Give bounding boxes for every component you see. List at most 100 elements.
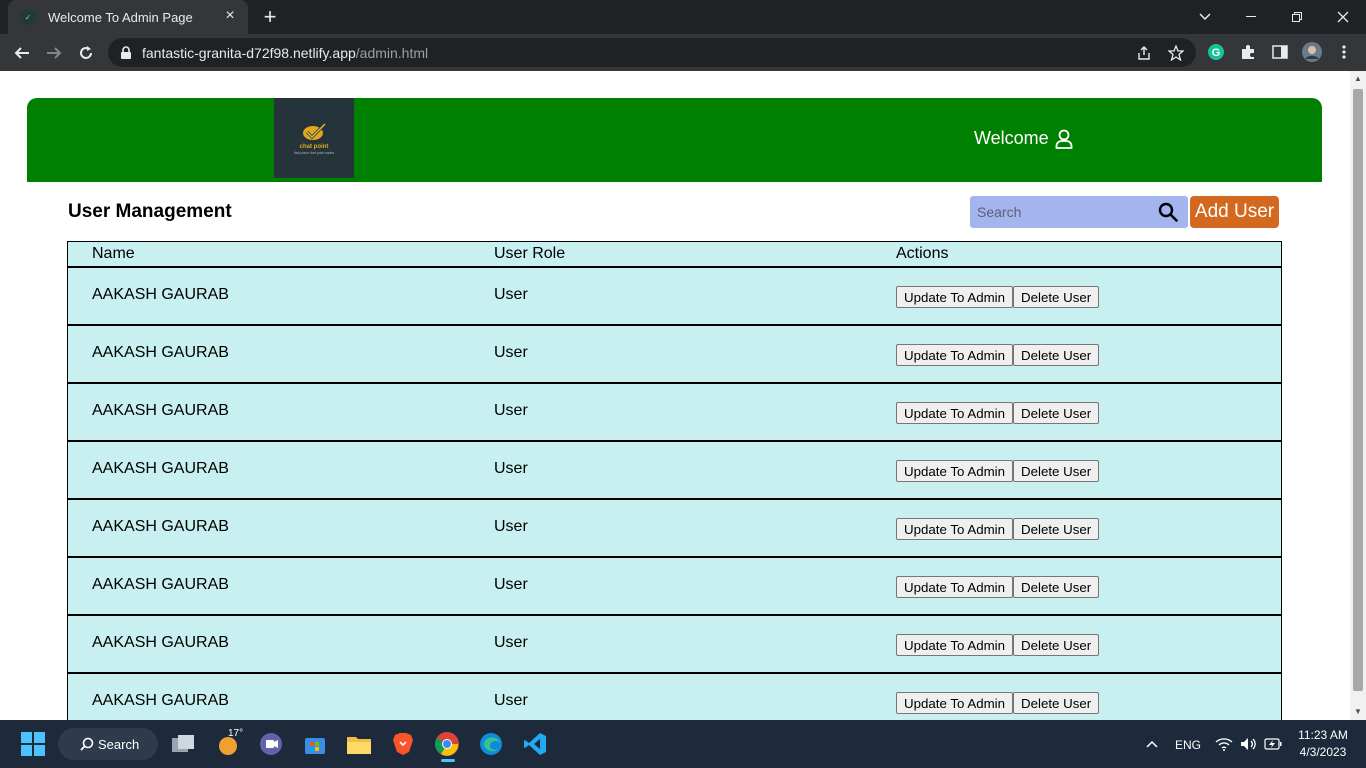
chrome-icon[interactable] xyxy=(433,730,461,762)
show-hidden-icons-icon[interactable] xyxy=(1138,730,1166,758)
update-to-admin-button[interactable]: Update To Admin xyxy=(896,460,1014,482)
user-role: User xyxy=(494,402,528,419)
browser-tab-strip: ✓ Welcome To Admin Page × + xyxy=(0,0,1366,34)
user-name: AAKASH GAURAB xyxy=(92,634,229,651)
delete-user-button[interactable]: Delete User xyxy=(1013,460,1100,482)
lock-icon[interactable] xyxy=(120,45,134,60)
user-role: User xyxy=(494,692,528,709)
new-tab-icon[interactable]: + xyxy=(258,6,282,28)
profile-avatar-icon[interactable] xyxy=(1302,42,1322,62)
share-icon[interactable] xyxy=(1135,44,1153,62)
taskbar-search[interactable]: Search xyxy=(58,728,158,760)
windows-start-icon[interactable] xyxy=(19,730,47,758)
file-explorer-icon[interactable] xyxy=(345,730,373,758)
user-role: User xyxy=(494,286,528,303)
weather-temp: 17° xyxy=(228,728,244,739)
clock[interactable]: 11:23 AM 4/3/2023 xyxy=(1296,728,1350,759)
task-view-icon[interactable] xyxy=(170,730,198,758)
windows-taskbar: Search 17° ENG 11:23 AM 4/3/2023 xyxy=(0,720,1366,768)
clock-time: 11:23 AM xyxy=(1298,728,1348,742)
scroll-up-icon[interactable]: ▲ xyxy=(1354,75,1362,83)
user-name: AAKASH GAURAB xyxy=(92,286,229,303)
table-row: AAKASH GAURAB User Update To Admin Delete U… xyxy=(67,268,1282,326)
wifi-icon[interactable] xyxy=(1210,730,1238,758)
column-header-actions: Actions xyxy=(896,245,949,262)
reload-icon[interactable] xyxy=(73,40,99,66)
weather-icon[interactable]: 17° xyxy=(214,728,244,758)
clock-date: 4/3/2023 xyxy=(1299,745,1347,759)
user-name: AAKASH GAURAB xyxy=(92,344,229,361)
logo[interactable]: chat point that place that point wales xyxy=(274,98,354,178)
user-name: AAKASH GAURAB xyxy=(92,460,229,477)
delete-user-button[interactable]: Delete User xyxy=(1013,286,1100,308)
user-icon xyxy=(1055,129,1073,149)
microsoft-store-icon[interactable] xyxy=(301,730,329,758)
browser-tab[interactable]: ✓ Welcome To Admin Page × xyxy=(8,0,248,34)
close-window-icon[interactable] xyxy=(1320,0,1366,34)
browser-menu-icon[interactable] xyxy=(1334,42,1354,62)
user-role: User xyxy=(494,344,528,361)
battery-icon[interactable] xyxy=(1259,730,1287,758)
minimize-icon[interactable] xyxy=(1228,0,1274,34)
page-scrollbar[interactable]: ▲ ▼ xyxy=(1350,71,1366,720)
delete-user-button[interactable]: Delete User xyxy=(1013,634,1100,656)
table-header: Name User Role Actions xyxy=(67,241,1282,268)
grammarly-icon[interactable]: G xyxy=(1206,42,1226,62)
update-to-admin-button[interactable]: Update To Admin xyxy=(896,518,1014,540)
search-icon[interactable] xyxy=(1158,202,1178,222)
add-user-button[interactable]: Add User xyxy=(1190,196,1279,228)
delete-user-button[interactable]: Delete User xyxy=(1013,402,1100,424)
forward-icon[interactable] xyxy=(41,40,67,66)
logo-title: chat point xyxy=(299,143,329,150)
user-role: User xyxy=(494,460,528,477)
update-to-admin-button[interactable]: Update To Admin xyxy=(896,634,1014,656)
teams-chat-icon[interactable] xyxy=(257,730,285,758)
tab-search-icon[interactable] xyxy=(1182,0,1228,34)
url-text: fantastic-granita-d72f98.netlify.app/adm… xyxy=(142,44,429,61)
user-name: AAKASH GAURAB xyxy=(92,402,229,419)
scroll-thumb[interactable] xyxy=(1353,89,1363,691)
edge-icon[interactable] xyxy=(477,730,505,758)
page-viewport: chat point that place that point wales W… xyxy=(0,71,1350,720)
table-row: AAKASH GAURAB User Update To Admin Delete U… xyxy=(67,384,1282,442)
restore-icon[interactable] xyxy=(1274,0,1320,34)
user-name: AAKASH GAURAB xyxy=(92,692,229,709)
vscode-icon[interactable] xyxy=(521,730,549,758)
delete-user-button[interactable]: Delete User xyxy=(1013,576,1100,598)
delete-user-button[interactable]: Delete User xyxy=(1013,518,1100,540)
tab-title: Welcome To Admin Page xyxy=(48,9,193,25)
update-to-admin-button[interactable]: Update To Admin xyxy=(896,344,1014,366)
user-role: User xyxy=(494,576,528,593)
delete-user-button[interactable]: Delete User xyxy=(1013,692,1100,714)
active-app-indicator xyxy=(441,759,455,762)
search-input[interactable] xyxy=(977,204,1147,220)
table-row: AAKASH GAURAB User Update To Admin Delete U… xyxy=(67,674,1282,720)
user-role: User xyxy=(494,634,528,651)
column-header-name: Name xyxy=(92,245,135,262)
welcome-user[interactable]: Welcome xyxy=(974,128,1073,149)
welcome-label: Welcome xyxy=(974,128,1049,148)
column-header-role: User Role xyxy=(494,245,566,262)
close-tab-icon[interactable]: × xyxy=(222,8,238,24)
delete-user-button[interactable]: Delete User xyxy=(1013,344,1100,366)
user-name: AAKASH GAURAB xyxy=(92,518,229,535)
extensions-icon[interactable] xyxy=(1238,42,1258,62)
language-indicator[interactable]: ENG xyxy=(1175,738,1201,752)
page-title: User Management xyxy=(68,201,232,222)
taskbar-search-label: Search xyxy=(98,736,140,752)
bookmark-star-icon[interactable] xyxy=(1167,44,1185,62)
update-to-admin-button[interactable]: Update To Admin xyxy=(896,286,1014,308)
address-bar[interactable]: fantastic-granita-d72f98.netlify.app/adm… xyxy=(108,38,1196,67)
scroll-down-icon[interactable]: ▼ xyxy=(1354,708,1362,716)
users-table: Name User Role Actions AAKASH GAURAB User… xyxy=(67,241,1282,720)
favicon-icon: ✓ xyxy=(20,9,36,25)
update-to-admin-button[interactable]: Update To Admin xyxy=(896,692,1014,714)
user-role: User xyxy=(494,518,528,535)
update-to-admin-button[interactable]: Update To Admin xyxy=(896,576,1014,598)
brave-browser-icon[interactable] xyxy=(389,730,417,758)
logo-check-icon xyxy=(303,122,327,140)
side-panel-icon[interactable] xyxy=(1270,42,1290,62)
search-box xyxy=(970,196,1188,228)
back-icon[interactable] xyxy=(9,40,35,66)
update-to-admin-button[interactable]: Update To Admin xyxy=(896,402,1014,424)
